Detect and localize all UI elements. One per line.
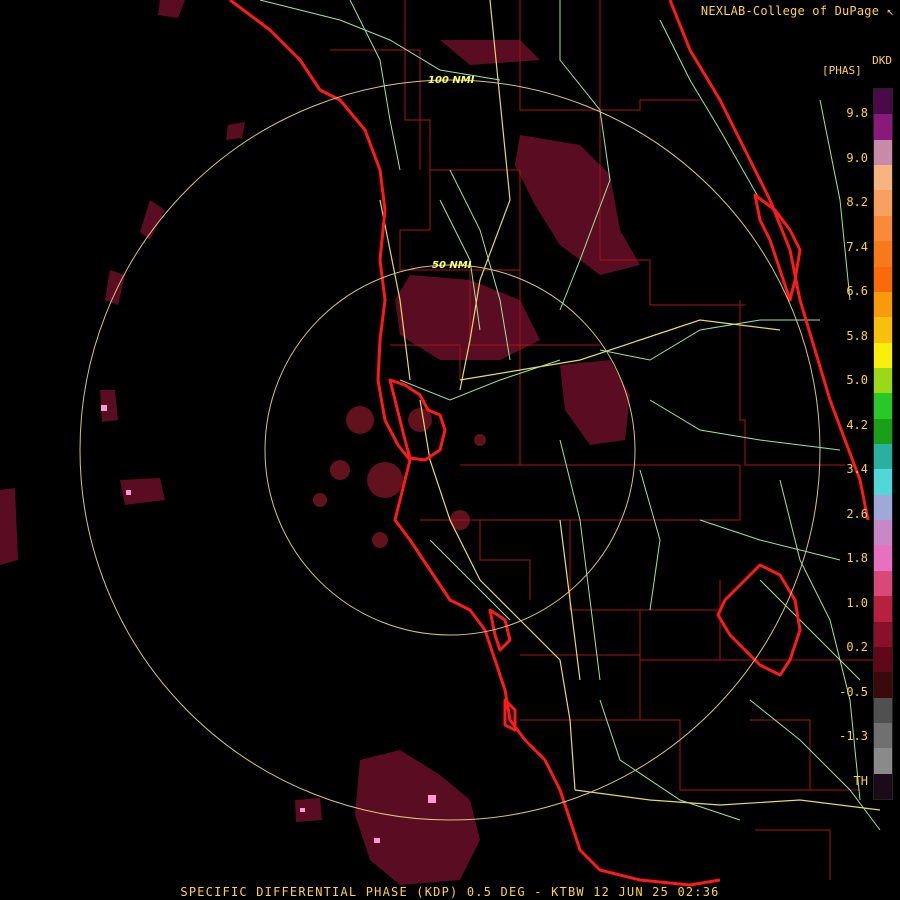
- color-scale-segment: [874, 646, 892, 673]
- color-scale-segment: [874, 722, 892, 749]
- color-scale-segment: [874, 748, 892, 774]
- range-ring-100: [79, 79, 821, 821]
- echo-layer: [0, 0, 640, 885]
- color-scale-segment: [874, 621, 892, 647]
- color-scale-segment: [874, 469, 892, 495]
- color-scale-tick-label: 5.0: [846, 373, 868, 387]
- ring-label-100: 100 NMI: [428, 75, 475, 86]
- color-scale-segment: [874, 190, 892, 216]
- range-rings: [79, 79, 821, 821]
- color-scale-segment: [874, 393, 892, 419]
- nexlab-credit: NEXLAB-College of DuPage ↖: [701, 4, 894, 18]
- color-scale-segment: [874, 317, 892, 343]
- legend-units: [PHAS]: [822, 64, 862, 77]
- color-scale-tick-label: 1.0: [846, 595, 868, 610]
- color-scale-segment: [874, 165, 892, 191]
- color-scale-segment: [874, 697, 892, 723]
- color-scale-segment: [874, 114, 892, 140]
- color-scale-tick-label: 3.4: [846, 462, 868, 476]
- color-scale-bar: [873, 88, 893, 800]
- color-scale-segment: [874, 520, 892, 546]
- color-scale-segment: [874, 367, 892, 394]
- color-scale-segment: [874, 342, 892, 368]
- color-scale-tick-label: 8.2: [846, 195, 868, 209]
- color-scale-segment: [874, 444, 892, 470]
- color-scale-segment: [874, 494, 892, 521]
- color-scale-segment: [874, 545, 892, 571]
- radar-map: 100 NMI 50 NMI: [0, 0, 881, 887]
- color-scale-tick-label: TH: [853, 773, 868, 788]
- color-scale-segment: [874, 570, 892, 597]
- color-scale-segment: [874, 418, 892, 445]
- color-scale-tick-label: 5.8: [846, 328, 868, 343]
- arrow-icon: ↖: [886, 4, 894, 18]
- color-scale-tick-label: 4.2: [846, 417, 868, 432]
- color-scale-segment: [874, 89, 892, 115]
- ring-label-50: 50 NMI: [432, 260, 472, 271]
- color-scale-segment: [874, 241, 892, 267]
- legend-product-code: DKD: [872, 54, 892, 67]
- color-scale-segment: [874, 773, 892, 800]
- credit-text: NEXLAB-College of DuPage: [700, 4, 880, 18]
- color-scale-segment: [874, 139, 892, 166]
- color-scale-segment: [874, 266, 892, 292]
- color-scale-tick-label: -0.5: [839, 684, 868, 699]
- color-scale-tick-label: 9.0: [846, 150, 868, 165]
- color-scale-tick-label: 2.6: [846, 506, 868, 521]
- color-scale-segment: [874, 596, 892, 622]
- color-scale-segment: [874, 215, 892, 242]
- color-scale-segment: [874, 291, 892, 318]
- color-scale-segment: [874, 672, 892, 698]
- color-scale-tick-label: 6.6: [846, 284, 868, 298]
- color-scale-tick-label: 0.2: [846, 640, 868, 654]
- color-scale-tick-label: -1.3: [839, 729, 868, 743]
- color-scale-tick-label: 1.8: [846, 551, 868, 565]
- highway-network: [379, 0, 881, 811]
- product-caption: SPECIFIC DIFFERENTIAL PHASE (KDP) 0.5 DE…: [180, 885, 720, 899]
- color-scale-tick-label: 9.8: [846, 106, 868, 120]
- color-scale-tick-label: 7.4: [846, 239, 868, 254]
- coastline: [229, 0, 870, 887]
